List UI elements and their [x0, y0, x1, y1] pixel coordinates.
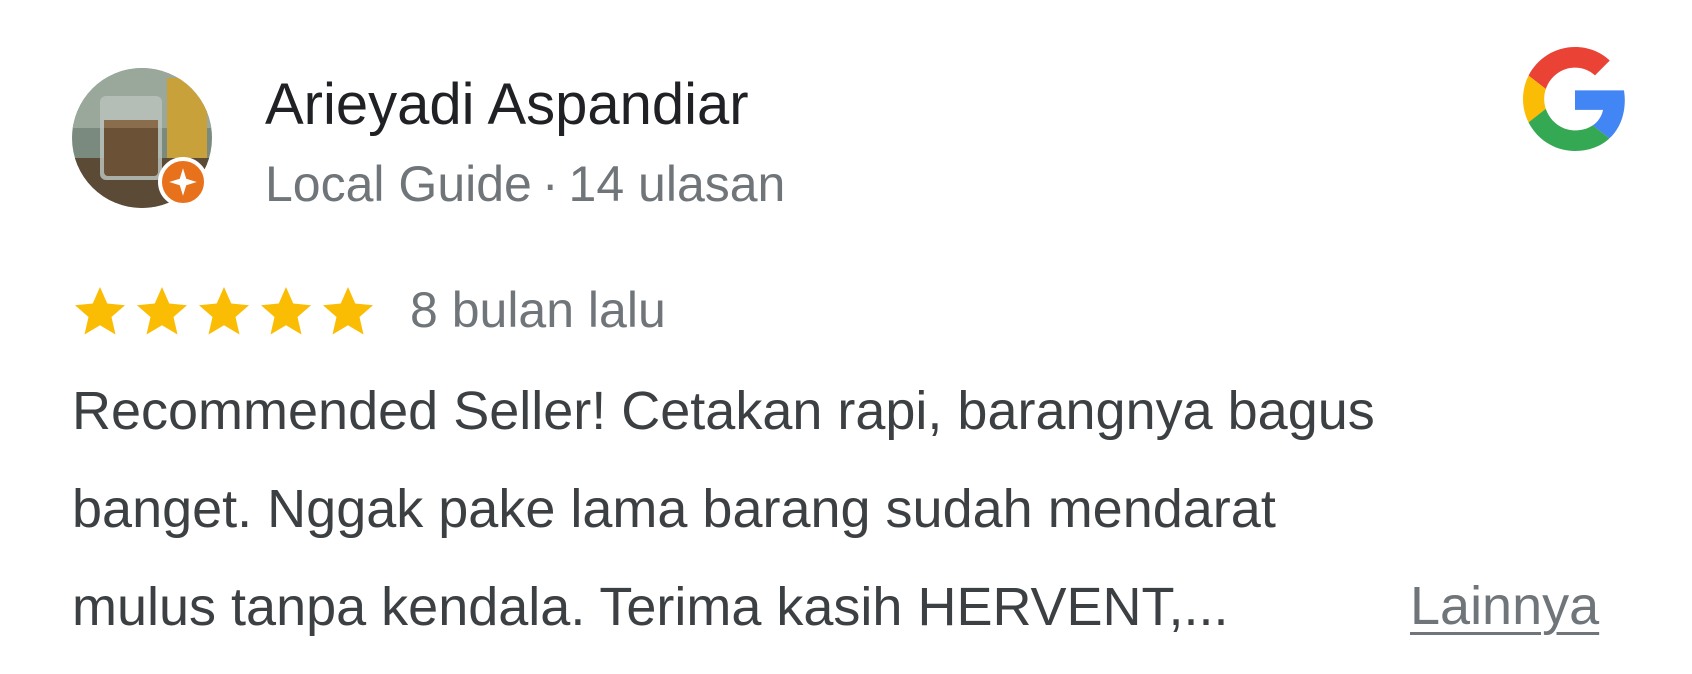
- star-icon: [323, 287, 373, 335]
- local-guide-label: Local Guide: [265, 156, 532, 212]
- reviewer-meta: Local Guide · 14 ulasan: [265, 152, 785, 216]
- star-icon: [199, 287, 249, 335]
- star-rating: [70, 282, 378, 342]
- review-card: Arieyadi Aspandiar Local Guide · 14 ulasan…: [0, 0, 1692, 674]
- star-icon: [75, 287, 125, 335]
- read-more-link[interactable]: Lainnya: [1410, 572, 1599, 640]
- reviewer-name[interactable]: Arieyadi Aspandiar: [265, 70, 749, 140]
- review-text-line: mulus tanpa kendala. Terima kasih HERVEN…: [72, 577, 1229, 637]
- local-guide-star-icon: [158, 157, 208, 207]
- review-text: Recommended Seller! Cetakan rapi, barang…: [72, 362, 1632, 656]
- review-date: 8 bulan lalu: [410, 282, 666, 338]
- star-icon: [137, 287, 187, 335]
- review-text-line: Recommended Seller! Cetakan rapi, barang…: [72, 381, 1375, 441]
- review-text-line: banget. Nggak pake lama barang sudah men…: [72, 479, 1276, 539]
- review-count: 14 ulasan: [568, 156, 786, 212]
- star-icon: [261, 287, 311, 335]
- google-g-logo: [1523, 47, 1625, 151]
- meta-separator: ·: [541, 156, 559, 212]
